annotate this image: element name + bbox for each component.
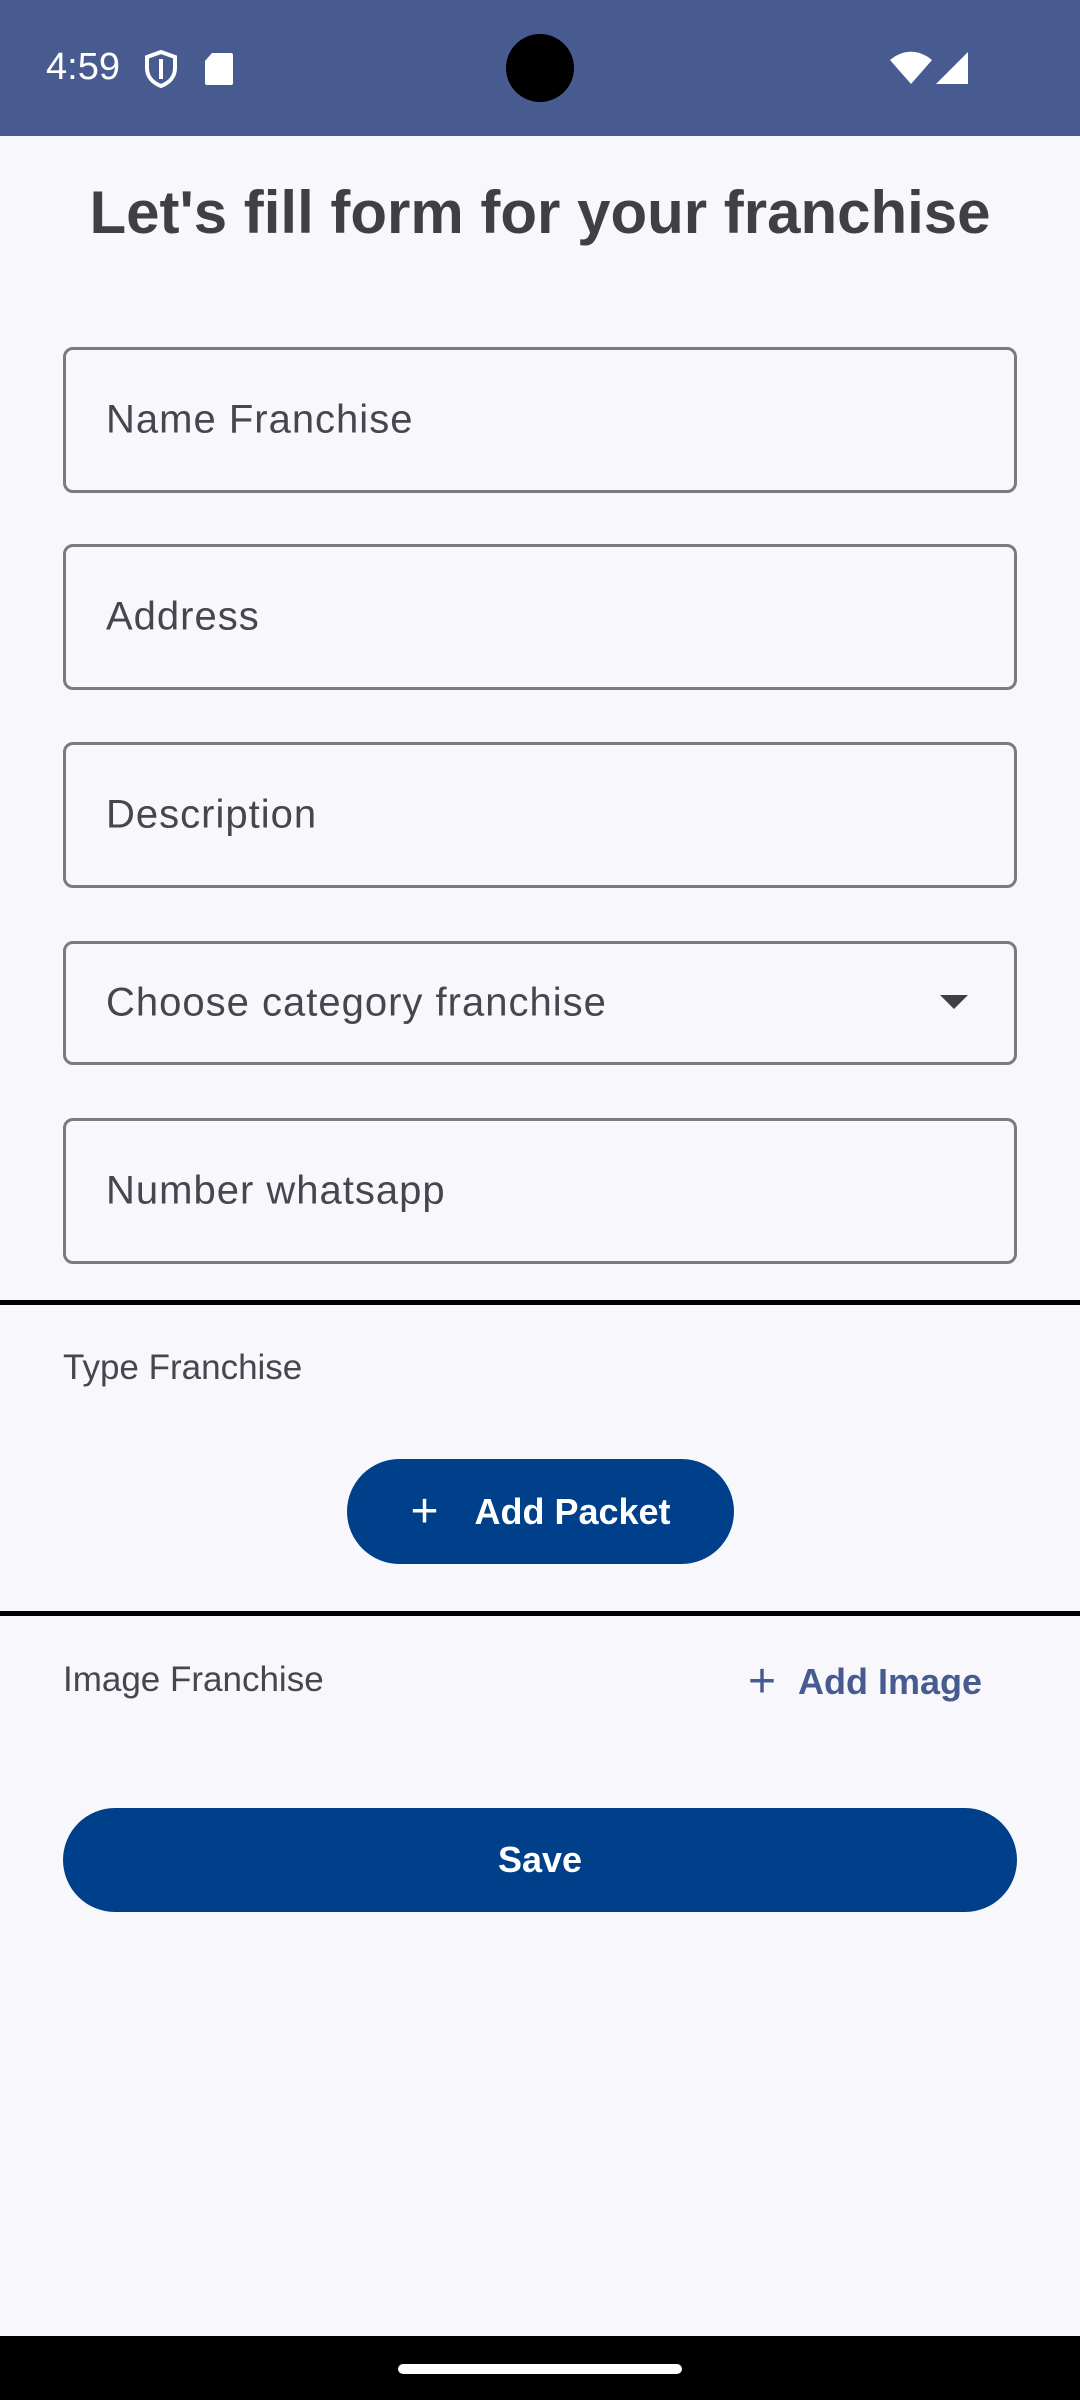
whatsapp-placeholder: Number whatsapp bbox=[106, 1168, 446, 1213]
address-field[interactable]: Address bbox=[63, 544, 1017, 690]
save-label: Save bbox=[497, 1839, 583, 1880]
dropdown-arrow-icon[interactable] bbox=[940, 995, 968, 1009]
status-time: 4:59 bbox=[46, 46, 120, 88]
divider bbox=[0, 1300, 1080, 1305]
status-bar: 4:59 bbox=[0, 0, 1080, 136]
name-franchise-field[interactable]: Name Franchise bbox=[63, 347, 1017, 493]
cellular-signal-icon bbox=[936, 52, 968, 84]
add-packet-button[interactable]: + Add Packet bbox=[347, 1459, 734, 1564]
add-image-button[interactable]: + Add Image bbox=[748, 1652, 982, 1712]
whatsapp-number-field[interactable]: Number whatsapp bbox=[63, 1118, 1017, 1264]
home-indicator[interactable] bbox=[398, 2364, 682, 2374]
name-franchise-placeholder: Name Franchise bbox=[106, 397, 414, 442]
save-button[interactable]: Save bbox=[63, 1808, 1017, 1912]
wifi-icon bbox=[890, 51, 932, 84]
screen: 4:59 Let's fill form for your franchise … bbox=[0, 0, 1080, 2400]
category-placeholder: Choose category franchise bbox=[106, 980, 607, 1025]
page-title: Let's fill form for your franchise bbox=[89, 179, 991, 246]
camera-cutout bbox=[506, 34, 574, 102]
divider bbox=[0, 1611, 1080, 1616]
description-placeholder: Description bbox=[106, 792, 318, 837]
type-franchise-label: Type Franchise bbox=[63, 1348, 303, 1387]
plus-icon: + bbox=[748, 1655, 777, 1708]
category-dropdown[interactable]: Choose category franchise bbox=[63, 941, 1017, 1065]
plus-icon: + bbox=[410, 1484, 439, 1538]
image-franchise-label: Image Franchise bbox=[63, 1660, 324, 1699]
description-field[interactable]: Description bbox=[63, 742, 1017, 888]
address-placeholder: Address bbox=[106, 594, 260, 639]
add-image-label: Add Image bbox=[798, 1661, 983, 1702]
shield-icon bbox=[145, 50, 177, 88]
add-packet-label: Add Packet bbox=[474, 1490, 671, 1532]
sd-card-icon bbox=[205, 53, 233, 85]
